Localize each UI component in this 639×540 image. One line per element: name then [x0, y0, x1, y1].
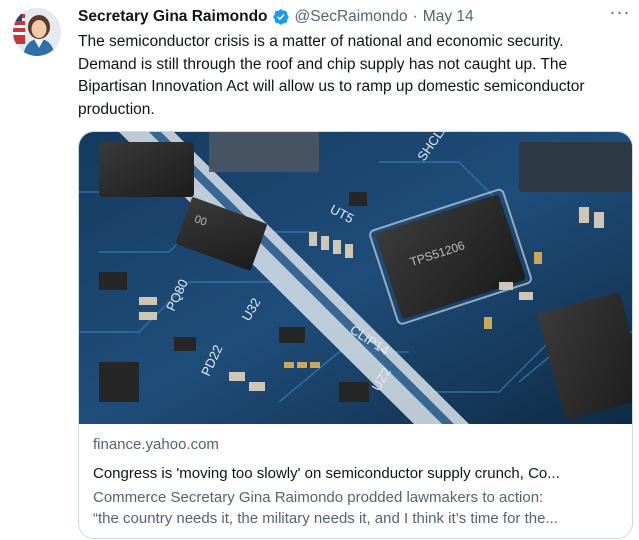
card-description-line: Commerce Secretary Gina Raimondo prodded… [93, 489, 544, 506]
card-title[interactable]: Congress is 'moving too slowly' on semic… [93, 463, 618, 484]
tweet-text: The semiconductor crisis is a matter of … [78, 31, 630, 121]
circuit-board-image[interactable]: 00 TPS51206 UT5 CLIP14 U32 PQ80 PD22 SHC… [79, 132, 633, 424]
author-handle[interactable]: @SecRaimondo [295, 8, 408, 26]
card-meta[interactable]: finance.yahoo.com Congress is 'moving to… [93, 435, 618, 529]
tweet-text-line: The semiconductor crisis is a matter of … [78, 33, 564, 50]
author-name[interactable]: Secretary Gina Raimondo [78, 8, 268, 26]
tweet-date[interactable]: May 14 [423, 8, 474, 26]
tweet-text-line: production. [78, 100, 155, 118]
tweet[interactable]: Secretary Gina Raimondo @SecRaimondo · M… [0, 0, 639, 540]
link-card[interactable]: 00 TPS51206 UT5 CLIP14 U32 PQ80 PD22 SHC… [78, 131, 633, 539]
card-domain[interactable]: finance.yahoo.com [93, 435, 618, 455]
tweet-header: Secretary Gina Raimondo @SecRaimondo · M… [78, 6, 629, 28]
tweet-text-line: Demand is still through the roof and chi… [78, 55, 568, 73]
card-description-line: “the country needs it, the military need… [93, 510, 558, 527]
card-description[interactable]: Commerce Secretary Gina Raimondo prodded… [93, 487, 618, 529]
tweet-text-line: Bipartisan Innovation Act will allow us … [78, 78, 585, 95]
avatar[interactable] [13, 8, 61, 56]
verified-badge-icon[interactable] [272, 8, 290, 26]
avatar-photo [13, 8, 61, 56]
more-options-icon[interactable]: ··· [607, 3, 633, 26]
separator-dot: · [412, 8, 418, 25]
